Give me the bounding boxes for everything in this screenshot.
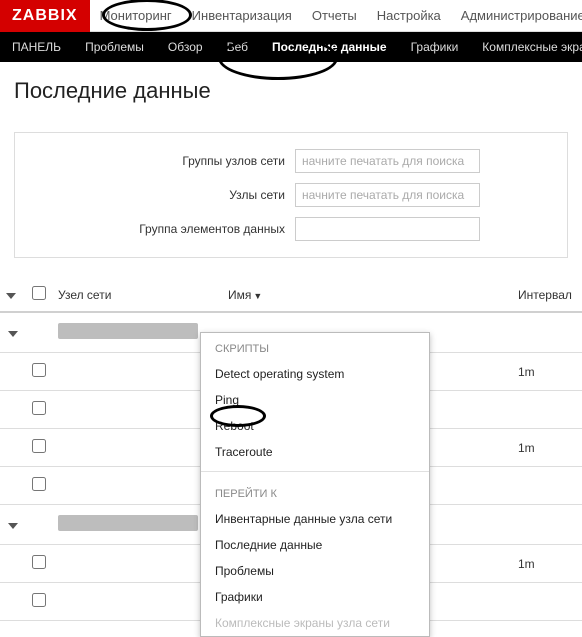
header-interval[interactable]: Интервал bbox=[512, 278, 582, 312]
filter-panel: Группы узлов сети Узлы сети Группа элеме… bbox=[14, 132, 568, 258]
subnav-web[interactable]: Веб bbox=[215, 32, 260, 62]
subnav-latest-data[interactable]: Последние данные bbox=[260, 32, 399, 62]
goto-problems[interactable]: Проблемы bbox=[201, 558, 429, 584]
topnav-reports[interactable]: Отчеты bbox=[302, 0, 367, 32]
script-detect-os[interactable]: Detect operating system bbox=[201, 361, 429, 387]
interval-value: 1m bbox=[512, 545, 582, 583]
interval-value bbox=[512, 583, 582, 621]
subnav-screens[interactable]: Комплексные экраны bbox=[470, 32, 582, 62]
topnav-administration[interactable]: Администрирование bbox=[451, 0, 582, 32]
goto-latest-data[interactable]: Последние данные bbox=[201, 532, 429, 558]
topnav-configuration[interactable]: Настройка bbox=[367, 0, 451, 32]
goto-graphs[interactable]: Графики bbox=[201, 584, 429, 610]
host-context-menu: СКРИПТЫ Detect operating system Ping Reb… bbox=[200, 332, 430, 637]
context-scripts-title: СКРИПТЫ bbox=[201, 333, 429, 361]
interval-value bbox=[512, 391, 582, 429]
script-ping[interactable]: Ping bbox=[201, 387, 429, 413]
filter-hosts-label: Узлы сети bbox=[25, 188, 295, 202]
row-checkbox[interactable] bbox=[32, 593, 46, 607]
host-link-masked[interactable] bbox=[58, 515, 198, 531]
context-goto-title: ПЕРЕЙТИ К bbox=[201, 478, 429, 506]
filter-application-label: Группа элементов данных bbox=[25, 222, 295, 236]
chevron-down-icon[interactable] bbox=[8, 331, 18, 337]
filter-application-input[interactable] bbox=[295, 217, 480, 241]
header-expand[interactable] bbox=[0, 278, 26, 312]
interval-value bbox=[512, 467, 582, 505]
row-checkbox[interactable] bbox=[32, 477, 46, 491]
chevron-down-icon[interactable] bbox=[8, 523, 18, 529]
interval-value: 1m bbox=[512, 353, 582, 391]
subnav-problems[interactable]: Проблемы bbox=[73, 32, 156, 62]
select-all-checkbox[interactable] bbox=[32, 286, 46, 300]
filter-hosts-input[interactable] bbox=[295, 183, 480, 207]
subnav-graphs[interactable]: Графики bbox=[399, 32, 471, 62]
sub-navigation: ПАНЕЛЬ Проблемы Обзор Веб Последние данн… bbox=[0, 32, 582, 62]
header-host[interactable]: Узел сети bbox=[52, 278, 222, 312]
header-checkbox[interactable] bbox=[26, 278, 52, 312]
chevron-down-icon[interactable] bbox=[6, 293, 16, 299]
header-name[interactable]: Имя▼ bbox=[222, 278, 512, 312]
goto-host-screens: Комплексные экраны узла сети bbox=[201, 610, 429, 636]
subnav-overview[interactable]: Обзор bbox=[156, 32, 215, 62]
context-separator bbox=[201, 471, 429, 472]
row-checkbox[interactable] bbox=[32, 555, 46, 569]
script-traceroute[interactable]: Traceroute bbox=[201, 439, 429, 465]
page-title: Последние данные bbox=[0, 62, 582, 122]
filter-host-groups-input[interactable] bbox=[295, 149, 480, 173]
subnav-dashboard[interactable]: ПАНЕЛЬ bbox=[0, 32, 73, 62]
goto-host-inventory[interactable]: Инвентарные данные узла сети bbox=[201, 506, 429, 532]
filter-host-groups-label: Группы узлов сети bbox=[25, 154, 295, 168]
logo[interactable]: ZABBIX bbox=[0, 0, 90, 32]
interval-value: 1m bbox=[512, 429, 582, 467]
topnav-monitoring[interactable]: Мониторинг bbox=[90, 0, 182, 32]
topnav-inventory[interactable]: Инвентаризация bbox=[182, 0, 302, 32]
top-navigation: ZABBIX Мониторинг Инвентаризация Отчеты … bbox=[0, 0, 582, 32]
row-checkbox[interactable] bbox=[32, 439, 46, 453]
header-name-label: Имя bbox=[228, 288, 251, 302]
sort-down-icon: ▼ bbox=[253, 291, 262, 301]
row-checkbox[interactable] bbox=[32, 401, 46, 415]
host-link-masked[interactable] bbox=[58, 323, 198, 339]
script-reboot[interactable]: Reboot bbox=[201, 413, 429, 439]
row-checkbox[interactable] bbox=[32, 363, 46, 377]
